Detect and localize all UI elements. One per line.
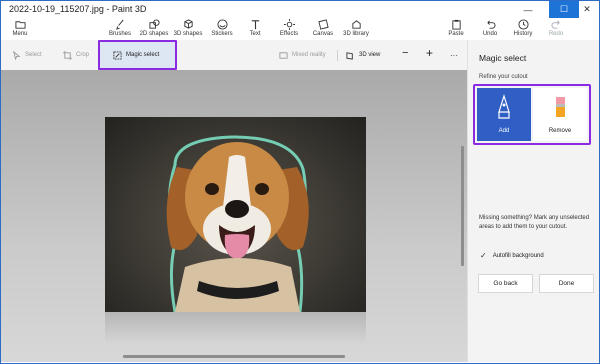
- panel-subtitle: Refine your cutout: [479, 74, 528, 80]
- window-title: 2022-10-19_115207.jpg - Paint 3D: [9, 4, 147, 14]
- help-text: Missing something? Mark any unselected a…: [479, 215, 590, 230]
- redo-label: Redo: [548, 31, 564, 37]
- redo-button[interactable]: Redo: [548, 18, 564, 40]
- done-button[interactable]: Done: [539, 274, 594, 293]
- sun-icon: [283, 19, 295, 30]
- cube-icon: [183, 19, 193, 29]
- 2d-shapes-button[interactable]: 2D shapes: [140, 18, 168, 40]
- add-button[interactable]: Add: [477, 88, 531, 141]
- canvas-label: Canvas: [312, 31, 334, 37]
- maximize-icon: ☐: [559, 4, 569, 14]
- paste-button[interactable]: Paste: [447, 18, 465, 40]
- canvas-icon: [317, 19, 329, 30]
- effects-label: Effects: [279, 31, 299, 37]
- eraser-icon: [556, 97, 565, 117]
- 3d-shapes-button[interactable]: 3D shapes: [173, 18, 203, 40]
- select-label: Select: [25, 52, 42, 58]
- checkmark-icon: ✓: [480, 251, 487, 260]
- mixed-reality-icon: [279, 51, 288, 59]
- more-button[interactable]: ···: [450, 49, 458, 61]
- go-back-button[interactable]: Go back: [478, 274, 533, 293]
- canvas-button[interactable]: Canvas: [312, 18, 334, 40]
- sticker-icon: [216, 19, 228, 30]
- remove-button[interactable]: Remove: [533, 88, 587, 141]
- effects-button[interactable]: Effects: [278, 18, 300, 40]
- 3d-view-label: 3D view: [359, 52, 381, 58]
- brush-icon: [115, 19, 124, 30]
- vertical-scrollbar[interactable]: [461, 146, 464, 266]
- close-button[interactable]: ✕: [573, 1, 599, 18]
- magic-select-label: Magic select: [126, 52, 160, 58]
- toolbar-divider: [337, 50, 338, 61]
- 2d-shapes-label: 2D shapes: [139, 31, 169, 37]
- view-3d-icon: [346, 51, 353, 60]
- image-reflection: [105, 312, 366, 344]
- cursor-icon: [13, 50, 21, 60]
- magic-select-button[interactable]: Magic select: [98, 40, 177, 70]
- toolbar: Select Crop: [1, 40, 467, 70]
- minimize-icon: —: [523, 4, 533, 15]
- brushes-label: Brushes: [108, 31, 131, 37]
- zoom-out-icon: −: [402, 47, 409, 59]
- more-icon: ···: [450, 50, 458, 60]
- stickers-label: Stickers: [211, 31, 233, 37]
- zoom-in-button[interactable]: +: [426, 46, 434, 60]
- paste-label: Paste: [448, 31, 464, 37]
- clipboard-icon: [451, 19, 461, 30]
- text-icon: [251, 20, 259, 30]
- menu-label: Menu: [12, 31, 28, 37]
- library-icon: [351, 20, 361, 29]
- 3d-library-label: 3D library: [343, 31, 369, 37]
- folder-icon: [14, 21, 26, 29]
- magic-select-icon: [113, 50, 122, 60]
- title-bar: 2022-10-19_115207.jpg - Paint 3D — ☐ ✕: [1, 1, 599, 18]
- paint3d-window: 2022-10-19_115207.jpg - Paint 3D — ☐ ✕ M…: [0, 0, 600, 364]
- panel-title: Magic select: [479, 53, 527, 63]
- pen-add-icon: [498, 94, 510, 119]
- magic-select-inner: Magic select: [113, 49, 159, 61]
- autofill-label: Autofill background: [492, 252, 544, 259]
- 2d-shapes-icon: [148, 19, 160, 29]
- 3d-shapes-label: 3D shapes: [173, 31, 203, 37]
- zoom-in-icon: +: [426, 46, 434, 60]
- 3d-library-button[interactable]: 3D library: [342, 18, 370, 40]
- crop-button[interactable]: Crop: [63, 49, 89, 61]
- canvas-image[interactable]: [105, 117, 366, 312]
- stickers-button[interactable]: Stickers: [210, 18, 234, 40]
- history-icon: [517, 19, 529, 30]
- ribbon: Menu Brushes 2D shapes 3D shapes Sticker…: [1, 18, 599, 40]
- select-button[interactable]: Select: [12, 49, 42, 61]
- history-label: History: [513, 31, 533, 37]
- undo-label: Undo: [482, 31, 498, 37]
- zoom-out-button[interactable]: −: [402, 47, 408, 59]
- undo-icon: [486, 20, 495, 29]
- crop-label: Crop: [76, 52, 90, 58]
- mixed-reality-button[interactable]: Mixed reality: [279, 49, 326, 61]
- minimize-button[interactable]: —: [514, 1, 542, 18]
- 3d-view-button[interactable]: 3D view: [346, 49, 380, 61]
- text-button[interactable]: Text: [247, 18, 263, 40]
- mixed-reality-label: Mixed reality: [292, 52, 326, 58]
- text-label: Text: [249, 31, 261, 37]
- add-label: Add: [498, 128, 510, 134]
- dog-image: [166, 135, 309, 312]
- redo-icon: [551, 20, 560, 29]
- undo-button[interactable]: Undo: [482, 18, 498, 40]
- remove-label: Remove: [548, 128, 572, 134]
- menu-button[interactable]: Menu: [9, 18, 31, 40]
- close-icon: ✕: [583, 4, 591, 14]
- crop-icon: [63, 50, 72, 60]
- history-button[interactable]: History: [512, 18, 534, 40]
- autofill-background-toggle[interactable]: ✓ Autofill background: [480, 251, 544, 260]
- brushes-button[interactable]: Brushes: [108, 18, 132, 40]
- magic-select-panel: Magic select Refine your cutout Add Remo…: [467, 40, 599, 362]
- horizontal-scrollbar[interactable]: [123, 355, 345, 358]
